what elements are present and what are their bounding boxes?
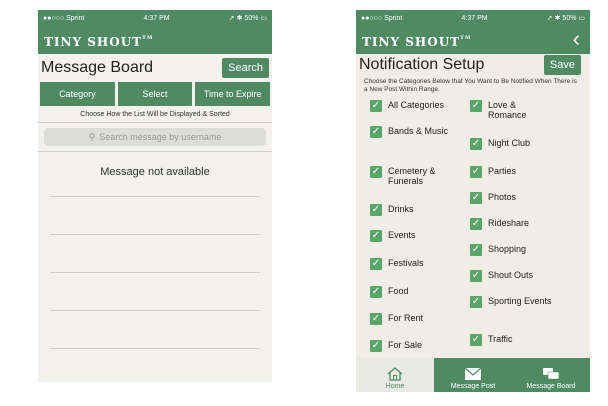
chevron-left-icon[interactable]: ‹ bbox=[573, 28, 580, 50]
category-label: Drinks bbox=[388, 204, 414, 214]
category-right-item[interactable]: ✓ Parties bbox=[470, 166, 516, 178]
checkbox-checked-icon[interactable]: ✓ bbox=[370, 166, 382, 178]
category-left-item[interactable]: ✓ Food bbox=[370, 286, 409, 298]
divider bbox=[50, 234, 260, 235]
category-right-item[interactable]: ✓ Night Club bbox=[470, 138, 530, 150]
checkbox-checked-icon[interactable]: ✓ bbox=[470, 334, 482, 346]
category-right-item[interactable]: ✓ Rideshare bbox=[470, 218, 529, 230]
time-label: 4:37 PM bbox=[461, 14, 488, 22]
carrier-label: ●●○○○ Sprint bbox=[361, 14, 403, 22]
category-left-item[interactable]: ✓ Festivals bbox=[370, 258, 424, 270]
page-title: Message Board bbox=[41, 59, 154, 76]
category-list: ✓ All Categories ✓ Bands & Music ✓ Cemetery &… bbox=[356, 94, 590, 364]
tab-select[interactable]: Select bbox=[117, 82, 193, 106]
search-input[interactable]: ⚲ Search message by username bbox=[44, 128, 266, 146]
category-label: For Rent bbox=[388, 313, 424, 323]
category-left-item[interactable]: ✓ Events bbox=[370, 230, 416, 242]
nav-message-board[interactable]: Message Board bbox=[512, 358, 590, 392]
category-label: For Sale bbox=[388, 340, 423, 350]
instructions: Choose the Categories Below that You Wan… bbox=[364, 78, 577, 93]
category-label: Events bbox=[388, 230, 416, 240]
bottom-nav: Home Message Post Message Board bbox=[356, 358, 590, 392]
category-label: Sporting Events bbox=[488, 296, 552, 306]
page-title: Notification Setup bbox=[359, 56, 485, 73]
nav-home-label: Home bbox=[385, 383, 405, 390]
checkbox-checked-icon[interactable]: ✓ bbox=[470, 244, 482, 256]
nav-message-post-label: Message Post bbox=[450, 383, 496, 390]
battery-label: ➚ ✱ 50% ▭ bbox=[228, 15, 267, 22]
sort-hint: Choose How the List Will be Displayed & … bbox=[38, 106, 272, 123]
category-label: Food bbox=[388, 286, 409, 296]
category-label: Night Club bbox=[488, 138, 531, 148]
category-label: Parties bbox=[488, 166, 517, 176]
checkbox-checked-icon[interactable]: ✓ bbox=[470, 100, 482, 112]
envelope-icon bbox=[464, 367, 482, 380]
category-label: Shopping bbox=[488, 244, 527, 254]
status-bar: ●●○○○ Sprint 4:37 PM ➚ ✱ 50% ▭ bbox=[38, 10, 272, 26]
search-button[interactable]: Search bbox=[222, 58, 269, 78]
checkbox-checked-icon[interactable]: ✓ bbox=[470, 270, 482, 282]
search-icon: ⚲ bbox=[88, 131, 96, 142]
checkbox-checked-icon[interactable]: ✓ bbox=[470, 296, 482, 308]
save-button[interactable]: Save bbox=[543, 55, 581, 75]
search-placeholder: Search message by username bbox=[99, 132, 222, 142]
status-bar: ●●○○○ Sprint 4:37 PM ➚ ✱ 50% ▭ bbox=[356, 10, 590, 26]
category-left-item[interactable]: ✓ All Categories bbox=[370, 100, 444, 112]
brand-bar: TINY SHOUTTM bbox=[38, 26, 272, 54]
checkbox-checked-icon[interactable]: ✓ bbox=[370, 313, 382, 325]
checkbox-checked-icon[interactable]: ✓ bbox=[370, 286, 382, 298]
divider bbox=[50, 196, 260, 197]
category-label: Traffic bbox=[488, 334, 513, 344]
category-label: Bands & Music bbox=[388, 126, 449, 136]
category-right-item[interactable]: ✓ Shopping bbox=[470, 244, 526, 256]
tab-category[interactable]: Category bbox=[40, 82, 115, 106]
category-label: All Categories bbox=[388, 100, 445, 110]
category-right-item[interactable]: ✓ Traffic bbox=[470, 334, 513, 346]
checkbox-checked-icon[interactable]: ✓ bbox=[470, 138, 482, 150]
message-board-screen: ●●○○○ Sprint 4:37 PM ➚ ✱ 50% ▭ TINY SHOU… bbox=[38, 10, 272, 382]
brand-bar: TINY SHOUTTM ‹ bbox=[356, 26, 590, 54]
time-label: 4:37 PM bbox=[143, 14, 170, 22]
app-logo: TINY SHOUTTM bbox=[362, 35, 472, 49]
category-label: Photos bbox=[488, 192, 517, 202]
nav-message-board-label: Message Board bbox=[526, 383, 576, 390]
category-right-item[interactable]: ✓ Shout Outs bbox=[470, 270, 533, 282]
checkbox-checked-icon[interactable]: ✓ bbox=[370, 100, 382, 112]
category-label: Rideshare bbox=[488, 218, 530, 228]
category-left-item[interactable]: ✓ For Rent bbox=[370, 313, 423, 325]
carrier-label: ●●○○○ Sprint bbox=[43, 14, 85, 22]
category-right-item[interactable]: ✓ Love & Romance bbox=[470, 100, 556, 120]
category-left-item[interactable]: ✓ Drinks bbox=[370, 204, 414, 216]
app-logo: TINY SHOUTTM bbox=[44, 35, 154, 49]
category-label: Love & Romance bbox=[488, 100, 527, 120]
checkbox-checked-icon[interactable]: ✓ bbox=[370, 230, 382, 242]
nav-home[interactable]: Home bbox=[356, 358, 434, 392]
checkbox-checked-icon[interactable]: ✓ bbox=[370, 258, 382, 270]
checkbox-checked-icon[interactable]: ✓ bbox=[470, 192, 482, 204]
divider bbox=[50, 310, 260, 311]
category-label: Shout Outs bbox=[488, 270, 534, 280]
category-left-item[interactable]: ✓ For Sale bbox=[370, 340, 422, 352]
empty-state: Message not available bbox=[100, 166, 210, 178]
category-left-item[interactable]: ✓ Cemetery & Funerals bbox=[370, 166, 456, 186]
home-icon bbox=[387, 367, 403, 381]
checkbox-checked-icon[interactable]: ✓ bbox=[370, 340, 382, 352]
checkbox-checked-icon[interactable]: ✓ bbox=[470, 218, 482, 230]
category-right-item[interactable]: ✓ Photos bbox=[470, 192, 516, 204]
battery-label: ➚ ✱ 50% ▭ bbox=[546, 15, 585, 22]
chat-bubbles-icon bbox=[543, 368, 560, 380]
checkbox-checked-icon[interactable]: ✓ bbox=[470, 166, 482, 178]
tab-time-to-expire[interactable]: Time to Expire bbox=[195, 82, 271, 106]
checkbox-checked-icon[interactable]: ✓ bbox=[370, 204, 382, 216]
category-left-item[interactable]: ✓ Bands & Music bbox=[370, 126, 448, 138]
category-label: Festivals bbox=[388, 258, 424, 268]
category-right-item[interactable]: ✓ Sporting Events bbox=[470, 296, 552, 308]
checkbox-checked-icon[interactable]: ✓ bbox=[370, 126, 382, 138]
nav-message-post[interactable]: Message Post bbox=[434, 358, 512, 392]
divider bbox=[50, 348, 260, 349]
category-label: Cemetery & Funerals bbox=[388, 166, 436, 186]
notification-setup-screen: ●●○○○ Sprint 4:37 PM ➚ ✱ 50% ▭ TINY SHOU… bbox=[356, 10, 590, 392]
divider bbox=[50, 272, 260, 273]
sort-tabs: Category Select Time to Expire bbox=[38, 82, 272, 106]
